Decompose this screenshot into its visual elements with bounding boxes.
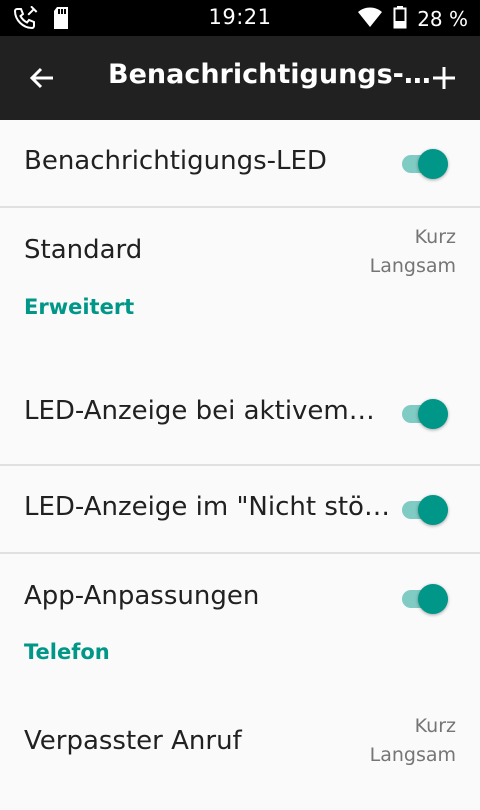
- settings-list: Benachrichtigungs-LED Standard Kurz Lang…: [0, 120, 480, 810]
- page-title: Benachrichtigungs-…: [108, 59, 431, 90]
- arrow-back-icon: [29, 67, 53, 89]
- notification-led-switch[interactable]: [400, 146, 452, 179]
- led-dnd-row[interactable]: LED-Anzeige im "Nicht stö…: [0, 466, 480, 552]
- standard-summary-line2: Langsam: [369, 255, 456, 277]
- standard-row[interactable]: Standard Kurz Langsam: [0, 208, 480, 292]
- section-header-telefon: Telefon: [24, 640, 110, 664]
- add-button[interactable]: [428, 62, 460, 94]
- missed-call-summary-line1: Kurz: [414, 715, 456, 737]
- app-customizations-row[interactable]: App-Anpassungen: [0, 554, 480, 640]
- led-active-call-row[interactable]: LED-Anzeige bei aktivem…: [0, 378, 480, 464]
- section-header-erweitert: Erweitert: [24, 295, 135, 319]
- app-bar: Benachrichtigungs-…: [0, 36, 480, 120]
- switch-thumb: [418, 584, 448, 614]
- missed-call-summary-line2: Langsam: [369, 744, 456, 766]
- switch-thumb: [418, 399, 448, 429]
- standard-summary-line1: Kurz: [414, 226, 456, 248]
- missed-call-row[interactable]: Verpasster Anruf Kurz Langsam: [0, 715, 480, 810]
- battery-percentage: 28 %: [417, 7, 468, 31]
- status-bar: 19:21 28 %: [0, 0, 480, 36]
- led-active-call-switch[interactable]: [400, 396, 452, 429]
- section-erweitert: Erweitert: [0, 292, 480, 378]
- status-right-icons: 28 %: [357, 5, 468, 33]
- app-customizations-label: App-Anpassungen: [24, 581, 260, 611]
- app-customizations-switch[interactable]: [400, 581, 452, 614]
- switch-thumb: [418, 149, 448, 179]
- plus-icon: [433, 67, 455, 89]
- missed-call-summary: Kurz Langsam: [370, 712, 456, 770]
- standard-summary: Kurz Langsam: [370, 223, 456, 281]
- standard-label: Standard: [24, 235, 143, 265]
- led-active-call-label: LED-Anzeige bei aktivem…: [24, 396, 375, 426]
- switch-thumb: [418, 495, 448, 525]
- wifi-icon: [357, 6, 383, 32]
- led-dnd-switch[interactable]: [400, 492, 452, 525]
- back-button[interactable]: [26, 62, 58, 94]
- notification-led-label: Benachrichtigungs-LED: [24, 146, 327, 176]
- led-dnd-label: LED-Anzeige im "Nicht stö…: [24, 492, 390, 522]
- missed-call-label: Verpasster Anruf: [24, 726, 242, 756]
- battery-icon: [393, 5, 407, 33]
- notification-led-row[interactable]: Benachrichtigungs-LED: [0, 120, 480, 206]
